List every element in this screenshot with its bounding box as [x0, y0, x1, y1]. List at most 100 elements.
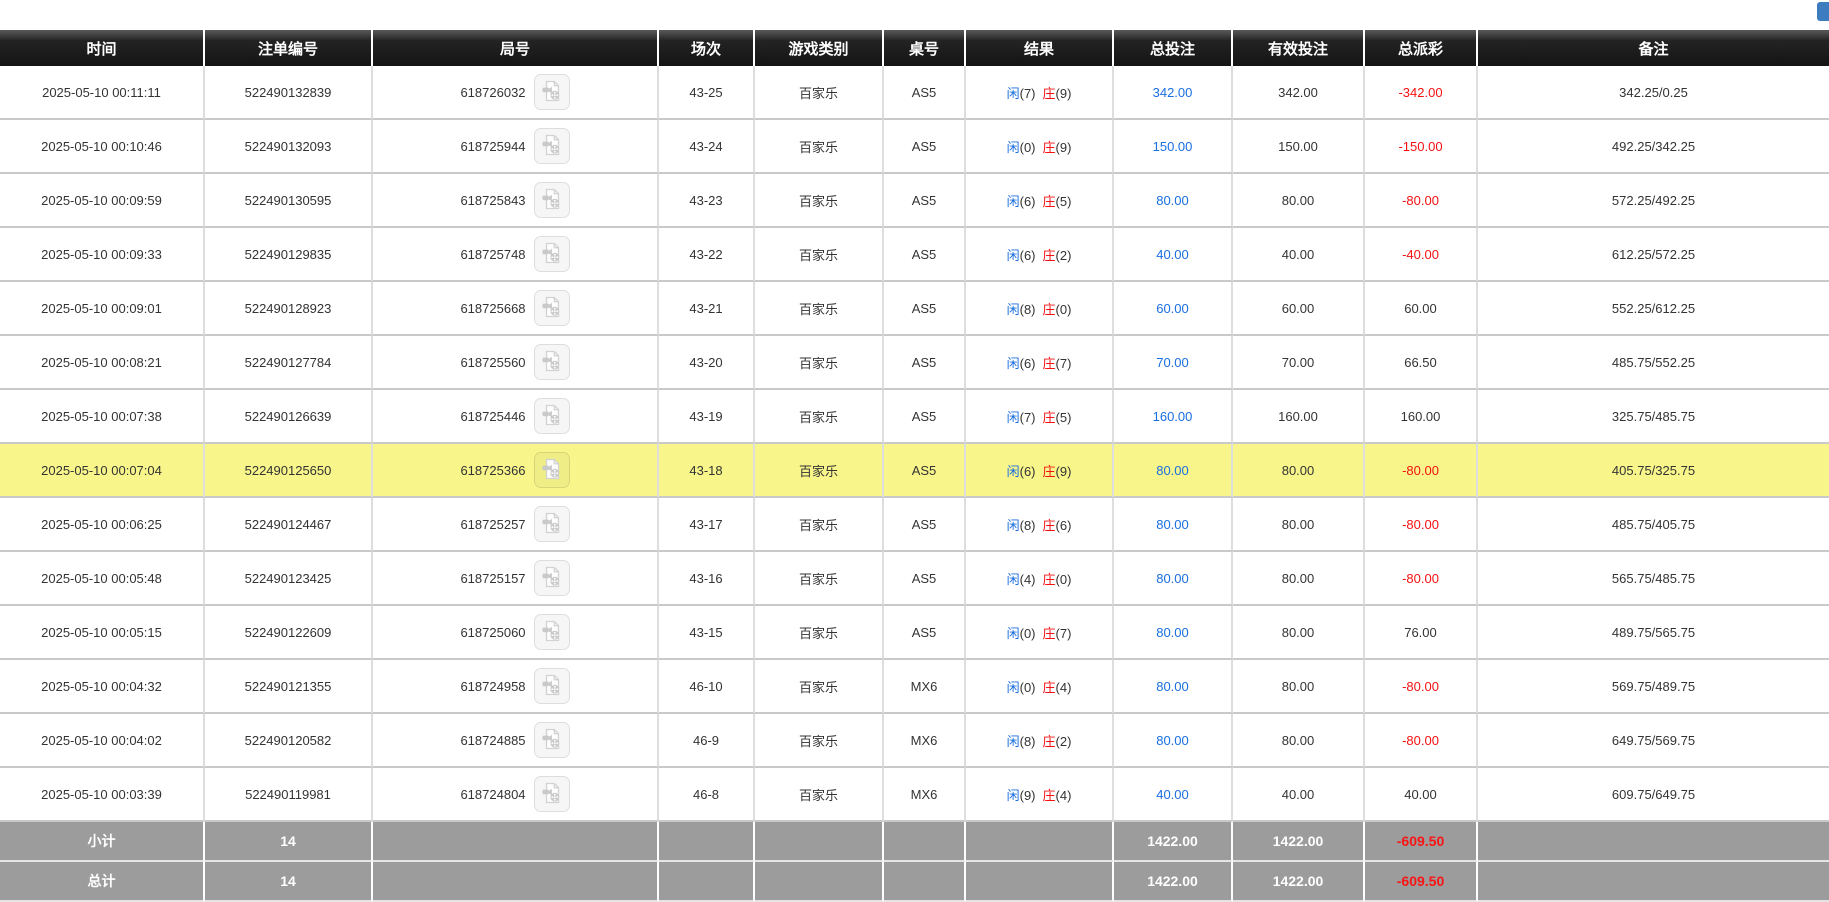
- total-bet-cell: 80.00: [1114, 606, 1233, 660]
- total-bet-cell: 80.00: [1114, 714, 1233, 768]
- col-header-valid-bet: 有效投注: [1233, 30, 1365, 66]
- player-label: 闲: [1006, 355, 1020, 371]
- table-no-cell: AS5: [884, 66, 966, 120]
- time-cell: 2025-05-10 00:04:32: [0, 660, 205, 714]
- banker-points: (0): [1055, 301, 1072, 317]
- video-replay-icon: [540, 403, 564, 430]
- footer-remark-cell: [1478, 862, 1829, 902]
- remark-cell: 405.75/325.75: [1478, 444, 1829, 498]
- bet-id-cell: 522490125650: [205, 444, 373, 498]
- remark-cell: 609.75/649.75: [1478, 768, 1829, 822]
- video-replay-button[interactable]: [533, 776, 570, 812]
- video-replay-icon: [540, 133, 564, 160]
- result-cell: 闲(0) 庄(4): [966, 660, 1114, 714]
- video-replay-button[interactable]: [533, 668, 570, 704]
- result-cell: 闲(0) 庄(7): [966, 606, 1114, 660]
- video-replay-icon: [540, 79, 564, 106]
- time-cell: 2025-05-10 00:03:39: [0, 768, 205, 822]
- video-replay-icon: [540, 241, 564, 268]
- banker-label: 庄: [1042, 139, 1056, 155]
- banker-points: (2): [1055, 247, 1072, 263]
- session-cell: 43-18: [659, 444, 755, 498]
- video-replay-button[interactable]: [533, 398, 570, 434]
- bet-id-cell: 522490122609: [205, 606, 373, 660]
- video-replay-button[interactable]: [533, 560, 570, 596]
- session-cell: 43-20: [659, 336, 755, 390]
- round-cell: 618725446: [373, 390, 659, 444]
- banker-label: 庄: [1042, 247, 1056, 263]
- payout-cell: 60.00: [1365, 282, 1478, 336]
- game-type-cell: 百家乐: [755, 174, 884, 228]
- footer-empty-cell: [373, 822, 659, 862]
- total-bet-cell: 150.00: [1114, 120, 1233, 174]
- footer-total-bet-cell: 1422.00: [1114, 822, 1233, 862]
- total-bet-cell: 160.00: [1114, 390, 1233, 444]
- video-replay-button[interactable]: [533, 506, 570, 542]
- video-replay-icon: [540, 187, 564, 214]
- valid-bet-cell: 60.00: [1233, 282, 1365, 336]
- result-cell: 闲(8) 庄(2): [966, 714, 1114, 768]
- video-replay-icon: [540, 295, 564, 322]
- total-bet-cell: 40.00: [1114, 228, 1233, 282]
- video-replay-button[interactable]: [533, 614, 570, 650]
- round-cell: 618725257: [373, 498, 659, 552]
- payout-cell: 76.00: [1365, 606, 1478, 660]
- video-replay-button[interactable]: [533, 182, 570, 218]
- session-cell: 46-9: [659, 714, 755, 768]
- bet-id-cell: 522490130595: [205, 174, 373, 228]
- video-replay-button[interactable]: [533, 236, 570, 272]
- banker-points: (0): [1055, 571, 1072, 587]
- col-header-bet-id: 注单编号: [205, 30, 373, 66]
- player-label: 闲: [1006, 625, 1020, 641]
- bet-id-cell: 522490132093: [205, 120, 373, 174]
- bet-id-cell: 522490132839: [205, 66, 373, 120]
- bet-id-cell: 522490129835: [205, 228, 373, 282]
- bet-id-cell: 522490123425: [205, 552, 373, 606]
- round-number: 618725366: [460, 462, 526, 478]
- footer-label-cell: 总计: [0, 862, 205, 902]
- time-cell: 2025-05-10 00:07:04: [0, 444, 205, 498]
- banker-label: 庄: [1042, 355, 1056, 371]
- table-row: 2025-05-10 00:09:33 522490129835 618725748…: [0, 228, 1829, 282]
- game-type-cell: 百家乐: [755, 120, 884, 174]
- session-cell: 43-16: [659, 552, 755, 606]
- video-replay-icon: [540, 565, 564, 592]
- video-replay-button[interactable]: [533, 290, 570, 326]
- video-replay-button[interactable]: [533, 722, 570, 758]
- payout-cell: -40.00: [1365, 228, 1478, 282]
- valid-bet-cell: 342.00: [1233, 66, 1365, 120]
- round-number: 618725257: [460, 516, 526, 532]
- valid-bet-cell: 160.00: [1233, 390, 1365, 444]
- banker-label: 庄: [1042, 679, 1056, 695]
- top-right-partial-button[interactable]: [1817, 2, 1829, 21]
- video-replay-button[interactable]: [533, 344, 570, 380]
- video-replay-icon: [540, 781, 564, 808]
- time-cell: 2025-05-10 00:09:01: [0, 282, 205, 336]
- table-row: 2025-05-10 00:04:32 522490121355 618724958…: [0, 660, 1829, 714]
- footer-count-cell: 14: [205, 822, 373, 862]
- table-header-row: 时间 注单编号 局号 场次 游戏类别 桌号 结果 总投注 有效投注 总派彩 备注: [0, 30, 1829, 66]
- remark-cell: 342.25/0.25: [1478, 66, 1829, 120]
- round-cell: 618725668: [373, 282, 659, 336]
- round-cell: 618724885: [373, 714, 659, 768]
- total-bet-cell: 80.00: [1114, 444, 1233, 498]
- valid-bet-cell: 80.00: [1233, 174, 1365, 228]
- video-replay-button[interactable]: [533, 452, 570, 488]
- total-bet-cell: 80.00: [1114, 552, 1233, 606]
- table-no-cell: MX6: [884, 714, 966, 768]
- valid-bet-cell: 80.00: [1233, 660, 1365, 714]
- table-row: 2025-05-10 00:11:11 522490132839 618726032…: [0, 66, 1829, 120]
- game-type-cell: 百家乐: [755, 390, 884, 444]
- player-label: 闲: [1006, 733, 1020, 749]
- total-bet-cell: 80.00: [1114, 660, 1233, 714]
- valid-bet-cell: 80.00: [1233, 444, 1365, 498]
- payout-cell: -80.00: [1365, 444, 1478, 498]
- video-replay-button[interactable]: [533, 128, 570, 164]
- banker-points: (4): [1055, 679, 1072, 695]
- video-replay-button[interactable]: [533, 74, 570, 110]
- banker-label: 庄: [1042, 301, 1056, 317]
- time-cell: 2025-05-10 00:05:48: [0, 552, 205, 606]
- round-number: 618724804: [460, 786, 526, 802]
- table-no-cell: MX6: [884, 768, 966, 822]
- result-cell: 闲(8) 庄(0): [966, 282, 1114, 336]
